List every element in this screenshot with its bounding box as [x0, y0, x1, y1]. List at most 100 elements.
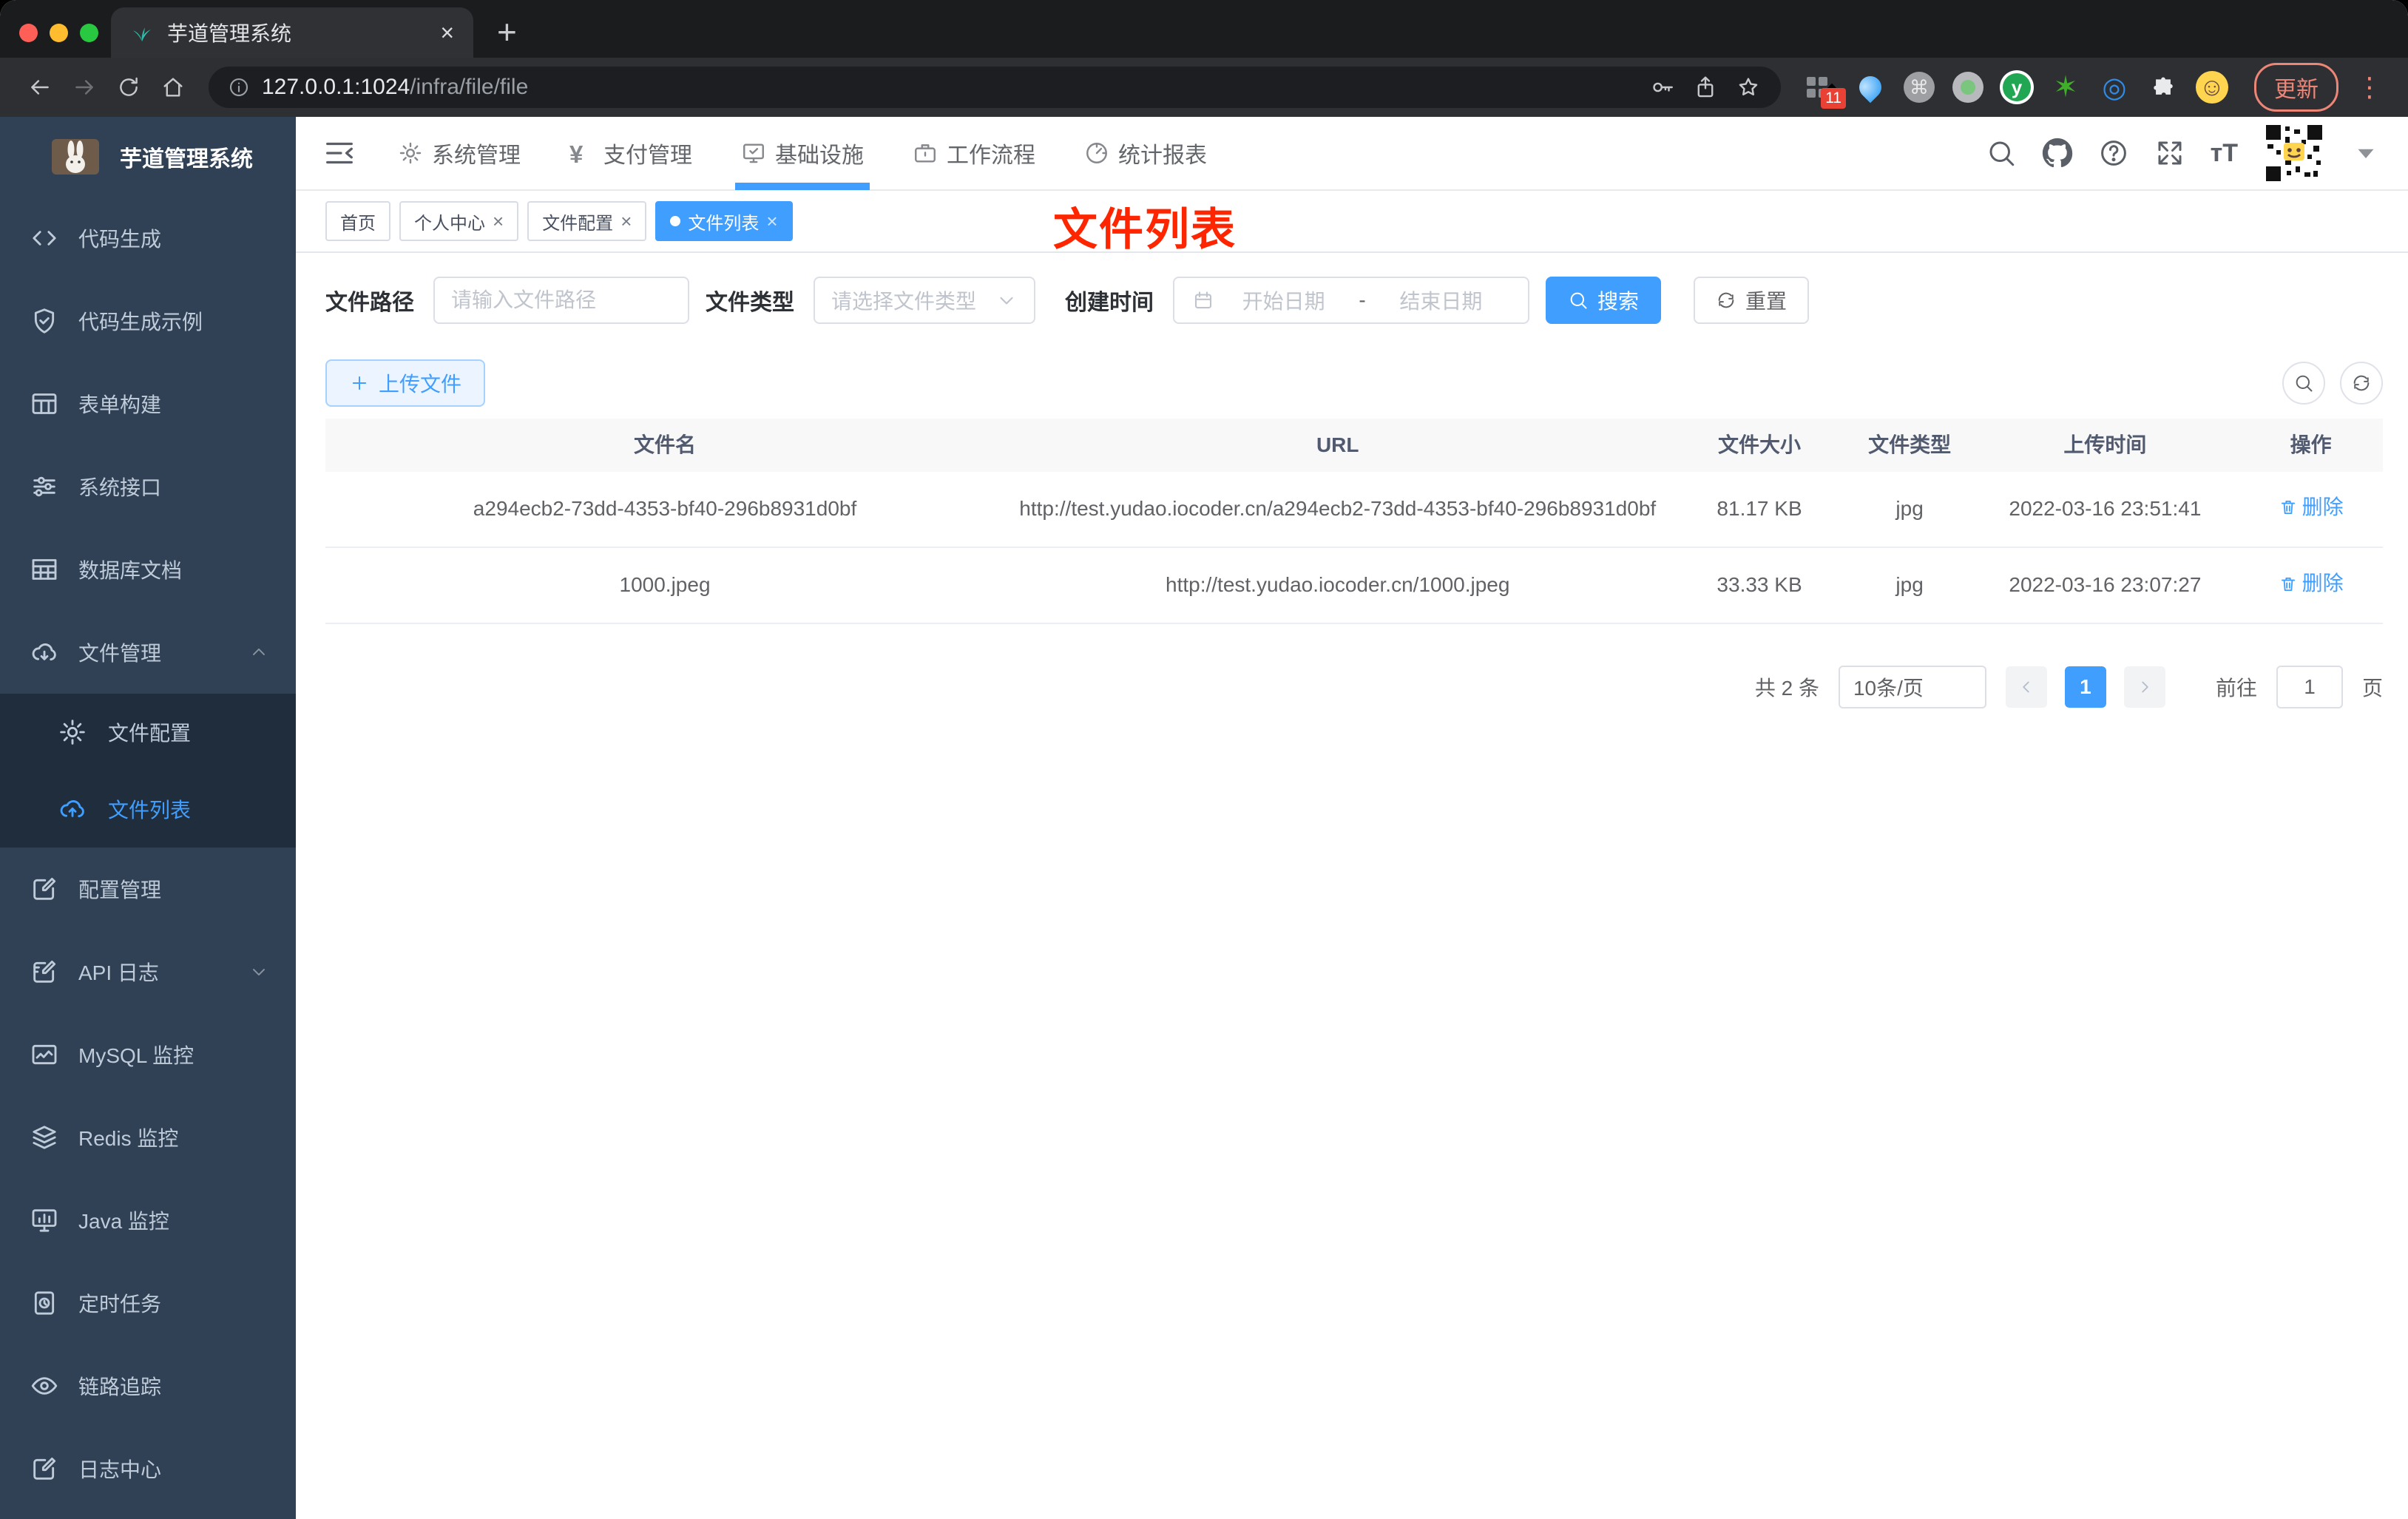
sidebar-item-label: 数据库文档: [78, 559, 183, 582]
home-icon[interactable]: [154, 68, 192, 106]
search-button[interactable]: 搜索: [1546, 277, 1662, 324]
page-1-button[interactable]: 1: [2064, 666, 2106, 708]
filter-form: 文件路径 文件类型 请选择文件类型 创建时间 开始日期 - 结束日期: [325, 277, 2383, 324]
search-icon[interactable]: [1986, 138, 2017, 169]
avatar-caret-icon[interactable]: [2350, 138, 2381, 169]
briefcase-icon: [913, 141, 938, 166]
page-size-select[interactable]: 10条/页: [1838, 666, 1986, 709]
reset-button[interactable]: 重置: [1694, 277, 1810, 324]
next-page-button[interactable]: [2123, 666, 2165, 708]
sidebar-item[interactable]: 配置管理: [0, 848, 296, 930]
bookmark-star-icon[interactable]: [1735, 68, 1762, 106]
sidebar-item[interactable]: Redis 监控: [0, 1096, 296, 1179]
back-icon[interactable]: [21, 68, 59, 106]
tag-close-icon[interactable]: ×: [493, 212, 504, 231]
top-nav-item[interactable]: 工作流程: [913, 116, 1035, 190]
github-icon[interactable]: [2042, 138, 2073, 169]
tag-close-icon[interactable]: ×: [620, 212, 632, 231]
sidebar-item[interactable]: 文件管理: [0, 611, 296, 694]
sidebar-item[interactable]: 数据库文档: [0, 528, 296, 611]
delete-button[interactable]: 删除: [2279, 567, 2344, 601]
start-date-placeholder: 开始日期: [1242, 290, 1325, 313]
active-dot: [670, 216, 681, 226]
view-tag[interactable]: 首页: [325, 201, 390, 241]
file-path-input[interactable]: [433, 277, 689, 324]
puzzle-extension[interactable]: [2146, 70, 2180, 104]
sidebar-item[interactable]: Java 监控: [0, 1179, 296, 1262]
tab-strip: 芋道管理系统 × +: [0, 0, 2408, 58]
browser-tab[interactable]: 芋道管理系统 ×: [111, 7, 473, 58]
sidebar-item[interactable]: 日志中心: [0, 1427, 296, 1510]
toggle-search-button[interactable]: [2282, 362, 2325, 405]
close-window-button[interactable]: [19, 24, 38, 42]
sidebar-item[interactable]: 表单构建: [0, 362, 296, 445]
sidebar-item[interactable]: 链路追踪: [0, 1344, 296, 1427]
grid-diamond-extension[interactable]: ◆11: [1805, 70, 1846, 109]
sidebar-item[interactable]: 代码生成示例: [0, 280, 296, 362]
prev-page-button[interactable]: [2005, 666, 2047, 708]
trash-icon: [2279, 498, 2298, 517]
green-star-extension[interactable]: ✶: [2049, 70, 2083, 104]
share-icon[interactable]: [1692, 68, 1719, 106]
search-icon: [1568, 290, 1589, 311]
fullscreen-icon[interactable]: [2154, 138, 2185, 169]
file-type-select[interactable]: 请选择文件类型: [814, 277, 1035, 324]
new-tab-button[interactable]: +: [497, 15, 517, 49]
emoji-extension[interactable]: ☺: [2195, 70, 2229, 104]
tab-close-icon[interactable]: ×: [440, 21, 454, 44]
goto-page-input[interactable]: [2276, 666, 2343, 709]
pin-extension[interactable]: [1853, 70, 1887, 104]
sidebar-subitem[interactable]: 文件列表: [0, 771, 296, 848]
site-info-icon[interactable]: [228, 76, 250, 98]
minimize-window-button[interactable]: [50, 24, 68, 42]
gear-icon: [58, 717, 87, 747]
date-range-picker[interactable]: 开始日期 - 结束日期: [1173, 277, 1529, 324]
sidebar-collapse-icon[interactable]: [322, 136, 356, 170]
table-cell: 2022-03-16 23:51:41: [2009, 497, 2202, 521]
sidebar-item-label: 代码生成示例: [78, 311, 203, 334]
sidebar-item[interactable]: 系统接口: [0, 445, 296, 528]
app-logo[interactable]: 芋道管理系统: [0, 117, 296, 197]
forward-icon[interactable]: [65, 68, 104, 106]
tag-close-icon[interactable]: ×: [766, 212, 777, 231]
gear-icon: [398, 141, 423, 166]
avatar[interactable]: [2263, 122, 2325, 184]
refresh-icon: [2351, 373, 2372, 393]
browser-menu-icon[interactable]: ⋮: [2356, 72, 2383, 103]
view-tag[interactable]: 文件配置 ×: [527, 201, 647, 241]
top-nav-item[interactable]: 基础设施: [735, 116, 870, 190]
table-cell: jpg: [1895, 497, 1924, 521]
shield-icon: [30, 306, 59, 336]
reload-icon[interactable]: [109, 68, 148, 106]
help-icon[interactable]: [2098, 138, 2129, 169]
password-key-icon[interactable]: [1649, 68, 1676, 106]
green-dot-extension[interactable]: [1951, 70, 1985, 104]
sidebar-submenu: 文件配置 文件列表: [0, 694, 296, 848]
favicon: [133, 27, 151, 41]
form-icon: [30, 389, 59, 419]
maximize-window-button[interactable]: [80, 24, 98, 42]
top-nav-item[interactable]: ¥ 支付管理: [569, 116, 692, 190]
view-tag[interactable]: 文件列表 ×: [655, 201, 793, 241]
chrome-update-button[interactable]: 更新: [2254, 63, 2338, 112]
browser-chrome: 芋道管理系统 × + 127.0.0.1:1024/infra/file/fil…: [0, 0, 2408, 117]
sidebar-item[interactable]: MySQL 监控: [0, 1013, 296, 1096]
sidebar-subitem-label: 文件列表: [108, 799, 192, 822]
code-icon: [30, 223, 59, 253]
sidebar-item[interactable]: API 日志: [0, 930, 296, 1013]
top-nav-item[interactable]: 统计报表: [1084, 116, 1207, 190]
view-tag[interactable]: 个人中心 ×: [399, 201, 519, 241]
sidebar-item[interactable]: 定时任务: [0, 1262, 296, 1344]
address-bar[interactable]: 127.0.0.1:1024/infra/file/file: [209, 67, 1781, 108]
font-size-icon[interactable]: тT: [2211, 139, 2238, 168]
refresh-table-button[interactable]: [2340, 362, 2383, 405]
command-extension[interactable]: ⌘: [1902, 70, 1936, 104]
y-circle-extension[interactable]: y: [2000, 70, 2034, 104]
sidebar-item[interactable]: 代码生成: [0, 197, 296, 280]
sidebar-subitem[interactable]: 文件配置: [0, 694, 296, 771]
delete-button[interactable]: 删除: [2279, 491, 2344, 524]
upload-file-button[interactable]: 上传文件: [325, 359, 486, 407]
blue-eye-extension[interactable]: ◎: [2097, 70, 2131, 104]
top-nav-item[interactable]: 系统管理: [398, 116, 521, 190]
monitor-check-icon: [741, 141, 766, 166]
